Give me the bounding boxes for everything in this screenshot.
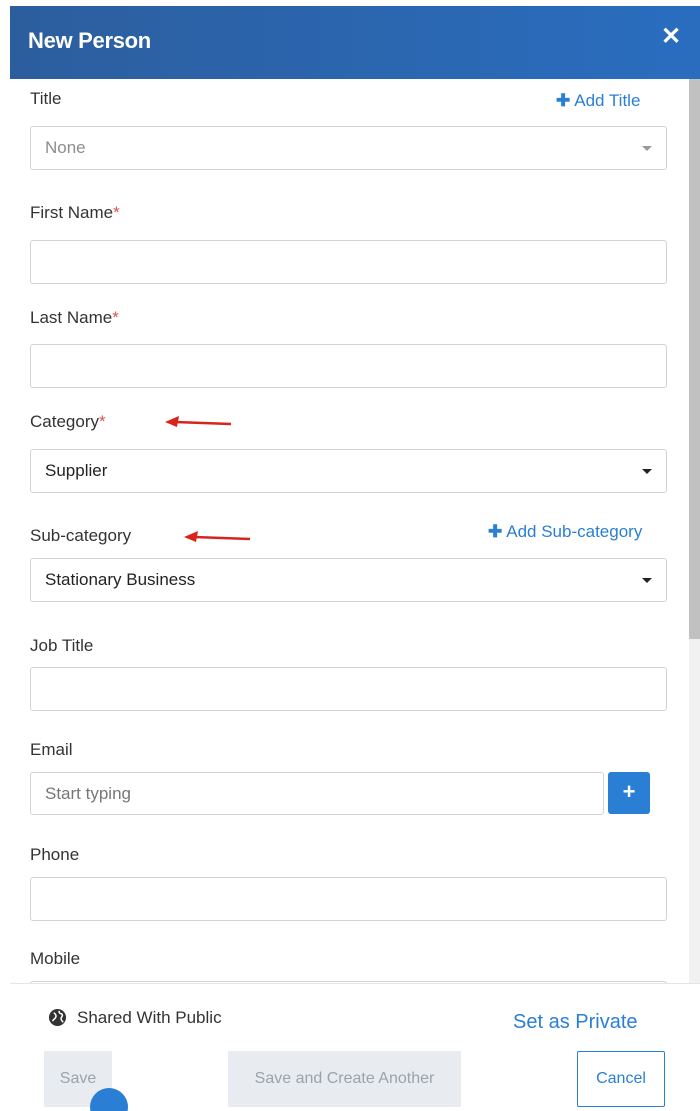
- chevron-down-icon: [642, 146, 652, 151]
- category-select[interactable]: Supplier: [30, 449, 667, 493]
- sub-category-select-value: Stationary Business: [45, 570, 196, 589]
- red-arrow-annotation: [184, 531, 251, 542]
- email-input[interactable]: Start typing: [30, 772, 604, 815]
- new-person-dialog: New Person ✕ Title ✚ Add Title None First…: [10, 6, 700, 1111]
- dialog-header: New Person ✕: [10, 6, 700, 79]
- sub-category-label: Sub-category: [30, 526, 132, 545]
- last-name-input[interactable]: [30, 344, 667, 388]
- first-name-input[interactable]: [30, 240, 667, 284]
- cancel-button[interactable]: Cancel: [577, 1051, 665, 1107]
- form-body: Title ✚ Add Title None First Name* Last N…: [10, 79, 700, 983]
- add-title-link[interactable]: ✚ Add Title: [556, 91, 640, 111]
- globe-icon: [48, 1008, 67, 1027]
- category-label-text: Category: [30, 412, 99, 431]
- scrollbar-thumb[interactable]: [689, 79, 700, 639]
- required-mark: *: [112, 308, 119, 327]
- add-sub-category-label: Add Sub-category: [506, 522, 643, 541]
- required-mark: *: [113, 203, 120, 222]
- title-select-value: None: [45, 138, 86, 157]
- close-icon[interactable]: ✕: [660, 25, 682, 49]
- sub-category-select[interactable]: Stationary Business: [30, 558, 667, 602]
- chevron-down-icon: [642, 578, 652, 583]
- email-placeholder: Start typing: [45, 784, 131, 803]
- set-as-private-link[interactable]: Set as Private: [513, 1011, 638, 1034]
- mobile-label: Mobile: [30, 949, 81, 968]
- job-title-label: Job Title: [30, 636, 94, 655]
- title-label: Title: [30, 89, 62, 108]
- phone-input[interactable]: [30, 877, 667, 921]
- scrollbar-track[interactable]: [689, 79, 700, 983]
- sharing-status: Shared With Public: [77, 1008, 222, 1027]
- email-label: Email: [30, 740, 73, 759]
- title-select[interactable]: None: [30, 126, 667, 170]
- required-mark: *: [98, 412, 106, 431]
- category-label: Category*: [30, 412, 106, 432]
- last-name-label: Last Name*: [30, 308, 119, 328]
- first-name-label-text: First Name: [30, 203, 114, 222]
- phone-label: Phone: [30, 845, 80, 864]
- first-name-label: First Name*: [30, 203, 120, 223]
- add-title-label: Add Title: [574, 91, 641, 110]
- last-name-label-text: Last Name: [30, 308, 113, 327]
- plus-icon: ✚: [488, 522, 503, 541]
- save-and-create-another-button[interactable]: Save and Create Another: [228, 1051, 461, 1107]
- job-title-input[interactable]: [30, 667, 667, 711]
- category-select-value: Supplier: [45, 461, 108, 480]
- add-email-button[interactable]: +: [608, 772, 650, 814]
- dialog-title: New Person: [28, 28, 151, 53]
- chevron-down-icon: [642, 469, 652, 474]
- plus-icon: ✚: [556, 91, 571, 110]
- add-sub-category-link[interactable]: ✚ Add Sub-category: [488, 522, 642, 542]
- red-arrow-annotation: [165, 416, 232, 427]
